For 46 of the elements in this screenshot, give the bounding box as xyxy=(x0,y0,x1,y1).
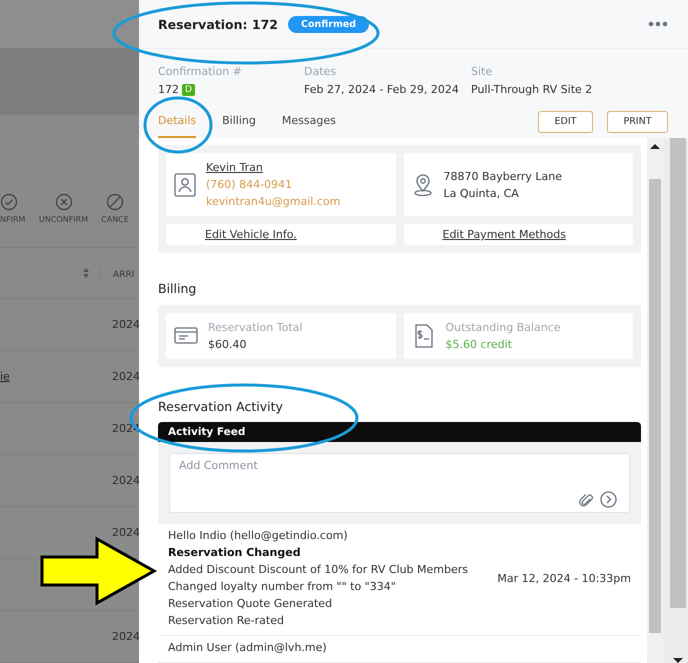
tab[interactable]: Messages xyxy=(282,105,336,138)
contact-card-icon xyxy=(174,172,196,196)
field-label: Dates xyxy=(304,65,338,78)
billing-label: Reservation Total xyxy=(208,321,302,334)
feed-header: Activity Feed xyxy=(158,422,641,442)
check-circle-icon[interactable] xyxy=(0,193,18,211)
entry-line: Reservation Re-rated xyxy=(168,614,285,627)
entry-author: Admin User (admin@lvh.me) xyxy=(168,641,328,654)
field-value: Pull-Through RV Site 2 xyxy=(471,83,592,96)
slash-circle-icon[interactable] xyxy=(106,193,124,211)
entry-heading: Reservation Changed xyxy=(168,546,302,559)
send-icon[interactable] xyxy=(600,491,617,508)
guest-name-link[interactable]: Kevin Tran xyxy=(206,161,340,174)
type-badge: D xyxy=(182,84,195,96)
phone-number: (760) 844-0941 xyxy=(206,178,294,191)
field-label: Site xyxy=(471,65,494,78)
field-value: 172 xyxy=(158,83,179,96)
paperclip-icon[interactable] xyxy=(579,492,595,508)
address-line: La Quinta, CA xyxy=(444,186,520,200)
x-circle-icon[interactable] xyxy=(54,193,73,211)
billing-amount: $5.60 credit xyxy=(446,338,513,351)
billing-amount: $60.40 xyxy=(208,338,248,351)
more-icon[interactable] xyxy=(648,21,668,27)
location-pin-icon xyxy=(412,172,434,196)
tab[interactable]: Billing xyxy=(222,105,256,138)
highlight-ellipse xyxy=(144,96,212,154)
field-label: Confirmation # xyxy=(158,65,243,78)
entry-author: Hello Indio (hello@getindio.com) xyxy=(168,529,349,542)
entry-line: Added Discount Discount of 10% for RV Club Members xyxy=(168,563,470,576)
entry-line: Changed loyalty number from "" to "334" xyxy=(168,580,397,593)
action-button[interactable]: EDIT xyxy=(538,110,593,132)
reservation-title: Reservation: 172 xyxy=(158,16,278,32)
section-title: Billing xyxy=(158,281,198,296)
status-badge: Confirmed xyxy=(288,16,370,32)
field-value: Feb 27, 2024 - Feb 29, 2024 xyxy=(304,83,459,96)
guest-link[interactable]: ie xyxy=(0,370,10,383)
billing-label: Outstanding Balance xyxy=(446,321,561,334)
scrollbar[interactable] xyxy=(663,138,688,663)
section-title: Reservation Activity xyxy=(158,399,284,414)
entry-time: Mar 12, 2024 - 10:33pm xyxy=(497,572,631,584)
sort-icon[interactable] xyxy=(82,267,90,279)
address-line: 78870 Bayberry Lane xyxy=(444,170,562,182)
scrollbar[interactable] xyxy=(647,138,663,663)
email-address: kevintran4u@gmail.com xyxy=(206,195,340,208)
entry-line: Reservation Quote Generated xyxy=(168,597,334,610)
action-button[interactable]: PRINT xyxy=(607,110,668,132)
